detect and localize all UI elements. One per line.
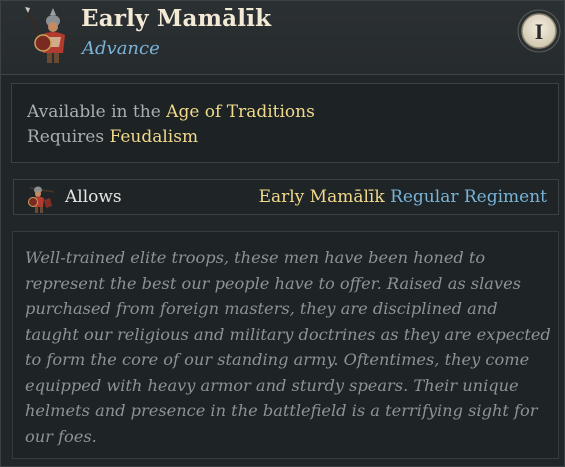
required-advance: Feudalism (109, 127, 199, 147)
flavor-text-box: Well-trained elite troops, these men hav… (12, 231, 559, 459)
requirement-line: Requires Feudalism (27, 127, 198, 147)
allowed-unit-type[interactable]: Regular Regiment (390, 187, 547, 207)
allows-label: Allows (65, 187, 122, 207)
allowed-unit[interactable]: Early Mamālīk Regular Regiment (259, 187, 547, 207)
era-badge-icon: I (517, 9, 561, 53)
regiment-soldier-icon (28, 186, 55, 213)
allows-row: Allows Early Mamālīk Regular Regiment (13, 179, 559, 215)
era-numeral: I (535, 19, 544, 44)
tooltip-header: Early Mamālīk Advance I (1, 1, 564, 75)
soldier-portrait-icon (25, 7, 65, 63)
unit-category: Advance (82, 38, 160, 59)
flavor-text: Well-trained elite troops, these men hav… (25, 248, 551, 446)
allowed-unit-name[interactable]: Early Mamālīk (259, 187, 385, 207)
requirements-box: Available in the Age of Traditions Requi… (11, 83, 559, 163)
age-name: Age of Traditions (166, 102, 315, 122)
availability-prefix: Available in the (27, 102, 161, 122)
tooltip-panel: Early Mamālīk Advance I Available in the… (0, 0, 565, 467)
requirement-prefix: Requires (27, 127, 105, 147)
availability-line: Available in the Age of Traditions (27, 102, 315, 122)
unit-title: Early Mamālīk (81, 5, 272, 32)
